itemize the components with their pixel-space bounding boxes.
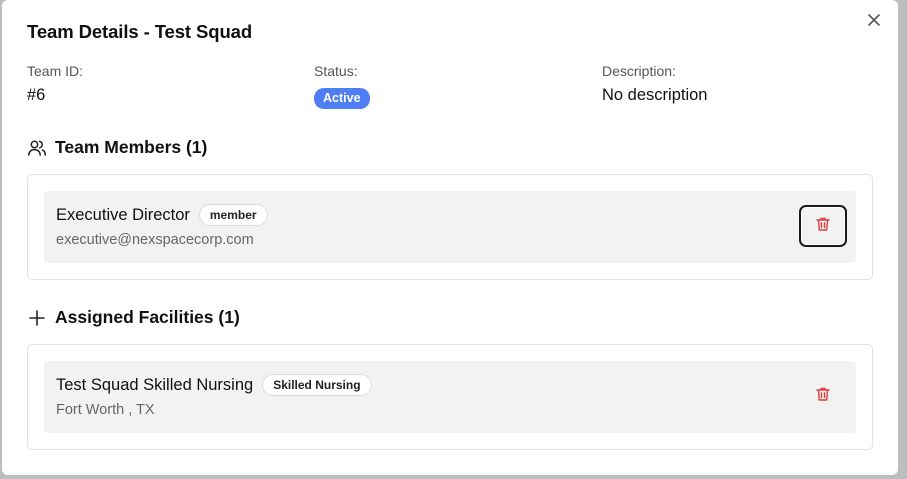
- description-label: Description:: [602, 63, 676, 79]
- team-members-card: Executive Director member executive@nexs…: [27, 174, 873, 280]
- trash-icon: [815, 386, 831, 407]
- facility-type-badge: Skilled Nursing: [262, 374, 372, 396]
- member-name: Executive Director: [56, 205, 190, 224]
- facility-location: Fort Worth , TX: [56, 402, 155, 418]
- list-item: Executive Director member executive@nexs…: [44, 191, 856, 263]
- description-field: Description: No description: [602, 62, 707, 105]
- member-email: executive@nexspacecorp.com: [56, 232, 254, 248]
- assigned-facilities-heading: Assigned Facilities (1): [27, 307, 240, 328]
- facility-name: Test Squad Skilled Nursing: [56, 375, 254, 394]
- assigned-facilities-title: Assigned Facilities (1): [55, 307, 240, 327]
- member-role-badge: member: [198, 204, 268, 226]
- trash-icon: [815, 216, 831, 237]
- status-field: Status: Active: [314, 62, 370, 109]
- team-id-label: Team ID:: [27, 63, 84, 79]
- team-id-value: #6: [27, 86, 46, 104]
- description-value: No description: [602, 86, 708, 104]
- status-label: Status:: [314, 63, 358, 79]
- remove-member-button[interactable]: [799, 205, 847, 247]
- team-members-heading: Team Members (1): [27, 137, 207, 158]
- users-icon: [27, 138, 47, 158]
- team-id-field: Team ID: #6: [27, 62, 83, 105]
- team-members-title: Team Members (1): [55, 137, 208, 157]
- assigned-facilities-card: Test Squad Skilled Nursing Skilled Nursi…: [27, 344, 873, 450]
- dialog-title: Team Details - Test Squad: [27, 21, 253, 42]
- status-badge: Active: [314, 88, 370, 109]
- close-button[interactable]: [864, 12, 884, 32]
- x-icon: [867, 13, 881, 32]
- remove-facility-button[interactable]: [799, 375, 847, 417]
- team-details-dialog: Team Details - Test Squad Team ID: #6 St…: [2, 0, 898, 475]
- plus-icon: [27, 308, 47, 328]
- list-item: Test Squad Skilled Nursing Skilled Nursi…: [44, 361, 856, 433]
